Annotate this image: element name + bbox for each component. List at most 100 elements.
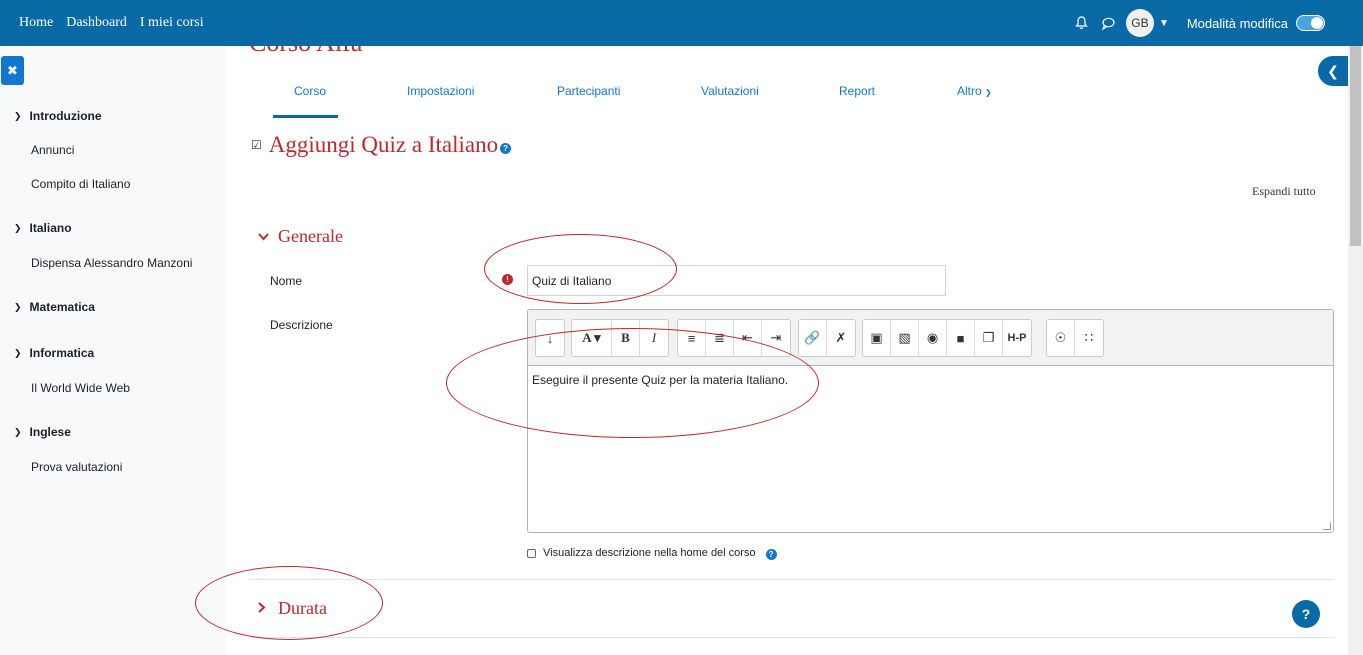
show-more-icon[interactable]: ↓ — [536, 320, 564, 356]
fieldset-title: Generale — [278, 226, 343, 246]
close-drawer-button[interactable]: ✖ — [1, 56, 24, 85]
help-fab-button[interactable]: ? — [1292, 600, 1320, 628]
h5p-icon[interactable]: H-P — [1003, 320, 1031, 356]
accessibility-checker-icon[interactable]: ☉ — [1047, 320, 1075, 356]
section-inglese[interactable]: ❯ Inglese — [14, 425, 71, 439]
page-scrollbar[interactable] — [1348, 46, 1363, 655]
fieldset-duration-header[interactable]: Durata — [258, 598, 327, 619]
nav-right: GB ▼ Modalità modifica — [1072, 0, 1325, 46]
section-italiano[interactable]: ❯ Italiano — [14, 221, 72, 235]
section-title: Introduzione — [29, 109, 102, 123]
edit-mode-toggle[interactable] — [1296, 15, 1325, 31]
link-icon[interactable]: 🔗 — [799, 320, 827, 356]
italic-icon[interactable]: I — [640, 320, 668, 356]
section-introduzione[interactable]: ❯ Introduzione — [14, 109, 102, 123]
media-icon[interactable]: ▧ — [891, 320, 919, 356]
avatar[interactable]: GB — [1125, 9, 1154, 37]
toolbar-group-links: 🔗 ✗ — [798, 319, 856, 357]
chevron-down-icon — [258, 229, 278, 244]
chevron-down-icon: ❯ — [14, 222, 22, 233]
toolbar-group-media: ▣ ▧ ◉ ■ ❐ H-P — [862, 319, 1032, 357]
page-title-row: ☑ Aggiungi Quiz a Italiano ? — [251, 132, 512, 158]
microphone-icon[interactable]: ◉ — [919, 320, 947, 356]
section-informatica[interactable]: ❯ Informatica — [14, 346, 94, 360]
image-icon[interactable]: ▣ — [863, 320, 891, 356]
description-label: Descrizione — [270, 318, 333, 332]
edit-mode-label: Modalità modifica — [1186, 15, 1288, 31]
course-title: Corso Alfa — [249, 46, 362, 58]
scroll-thumb[interactable] — [1350, 46, 1361, 246]
bell-icon[interactable] — [1072, 13, 1092, 33]
chevron-right-icon — [258, 601, 278, 616]
name-input[interactable] — [527, 265, 946, 296]
drawer-item-compito[interactable]: Compito di Italiano — [31, 177, 130, 191]
toolbar-group-show-more: ↓ — [535, 319, 565, 357]
top-navbar: Home Dashboard I miei corsi GB ▼ Modalit… — [0, 0, 1363, 46]
fieldset-divider — [249, 637, 1334, 638]
show-description-label[interactable]: Visualizza descrizione nella home del co… — [543, 547, 756, 559]
show-description-row: Visualizza descrizione nella home del co… — [527, 546, 777, 560]
description-editor[interactable]: ↓ A ▾ B I ≡ ≣ ⇤ ⇥ 🔗 ✗ ▣ ▧ ◉ ■ ❐ H-P ☉ ∷ … — [527, 309, 1334, 533]
video-camera-icon[interactable]: ■ — [947, 320, 975, 356]
nav-link-home[interactable]: Home — [19, 15, 53, 31]
close-icon: ✖ — [7, 62, 18, 78]
section-title: Inglese — [29, 425, 71, 439]
section-title: Italiano — [29, 221, 72, 235]
chevron-down-icon: ❯ — [14, 110, 22, 121]
manage-files-icon[interactable]: ❐ — [975, 320, 1003, 356]
unordered-list-icon[interactable]: ≡ — [678, 320, 706, 356]
section-title: Matematica — [29, 300, 95, 314]
toolbar-group-lists: ≡ ≣ ⇤ ⇥ — [677, 319, 791, 357]
toggle-knob — [1311, 17, 1323, 29]
chat-bubble-icon[interactable] — [1098, 13, 1118, 33]
chevron-left-icon: ❮ — [1327, 62, 1339, 79]
editor-toolbar: ↓ A ▾ B I ≡ ≣ ⇤ ⇥ 🔗 ✗ ▣ ▧ ◉ ■ ❐ H-P ☉ ∷ — [528, 310, 1333, 366]
unlink-icon[interactable]: ✗ — [827, 320, 855, 356]
toolbar-group-accessibility: ☉ ∷ — [1046, 319, 1104, 357]
drawer-item-annunci[interactable]: Annunci — [31, 143, 74, 157]
bold-icon[interactable]: B — [612, 320, 640, 356]
tab-valutazioni[interactable]: Valutazioni — [701, 84, 759, 98]
drawer-item-prova[interactable]: Prova valutazioni — [31, 460, 122, 474]
tab-corso[interactable]: Corso — [294, 84, 326, 98]
fieldset-title: Durata — [278, 598, 327, 618]
indent-icon[interactable]: ⇥ — [762, 320, 790, 356]
help-icon[interactable]: ? — [500, 142, 512, 154]
chevron-down-icon: ❯ — [14, 301, 22, 312]
expand-all-link[interactable]: Espandi tutto — [1252, 184, 1316, 199]
tab-partecipanti[interactable]: Partecipanti — [557, 84, 620, 98]
tab-report[interactable]: Report — [839, 84, 875, 98]
help-icon[interactable]: ? — [765, 549, 777, 560]
main-region: Corso Alfa Corso Impostazioni Partecipan… — [225, 46, 1348, 655]
quiz-icon: ☑ — [251, 138, 262, 152]
nav-link-my-courses[interactable]: I miei corsi — [140, 15, 204, 31]
nav-links: Home Dashboard I miei corsi — [0, 15, 204, 31]
section-title: Informatica — [29, 346, 95, 360]
ordered-list-icon[interactable]: ≣ — [706, 320, 734, 356]
course-index-drawer: ✖ ❯ Introduzione Annunci Compito di Itali… — [0, 46, 225, 655]
fieldset-divider — [249, 579, 1334, 580]
nav-link-dashboard[interactable]: Dashboard — [66, 15, 127, 31]
screenreader-helper-icon[interactable]: ∷ — [1075, 320, 1103, 356]
chevron-down-icon: ❯ — [14, 426, 22, 437]
chevron-down-icon: ❯ — [14, 347, 22, 358]
paragraph-style-icon[interactable]: A ▾ — [572, 320, 612, 356]
tab-altro[interactable]: Altro ❯ — [957, 84, 992, 98]
resize-handle[interactable] — [1323, 522, 1331, 530]
tab-impostazioni[interactable]: Impostazioni — [407, 84, 474, 98]
name-label: Nome — [270, 274, 303, 288]
active-tab-indicator — [273, 115, 338, 118]
toolbar-group-text: A ▾ B I — [571, 319, 669, 357]
outdent-icon[interactable]: ⇤ — [734, 320, 762, 356]
chevron-down-icon[interactable]: ▼ — [1159, 18, 1169, 29]
drawer-item-www[interactable]: Il World Wide Web — [31, 381, 130, 395]
drawer-item-dispensa[interactable]: Dispensa Alessandro Manzoni — [31, 256, 192, 270]
open-block-drawer-button[interactable]: ❮ — [1318, 56, 1348, 86]
page-title: Aggiungi Quiz a Italiano — [268, 132, 499, 157]
required-icon: ! — [502, 274, 513, 285]
section-matematica[interactable]: ❯ Matematica — [14, 300, 95, 314]
fieldset-general-header[interactable]: Generale — [258, 226, 343, 247]
chevron-down-icon: ❯ — [985, 88, 992, 97]
editor-content[interactable]: Eseguire il presente Quiz per la materia… — [528, 366, 1333, 387]
show-description-checkbox[interactable] — [527, 548, 536, 558]
